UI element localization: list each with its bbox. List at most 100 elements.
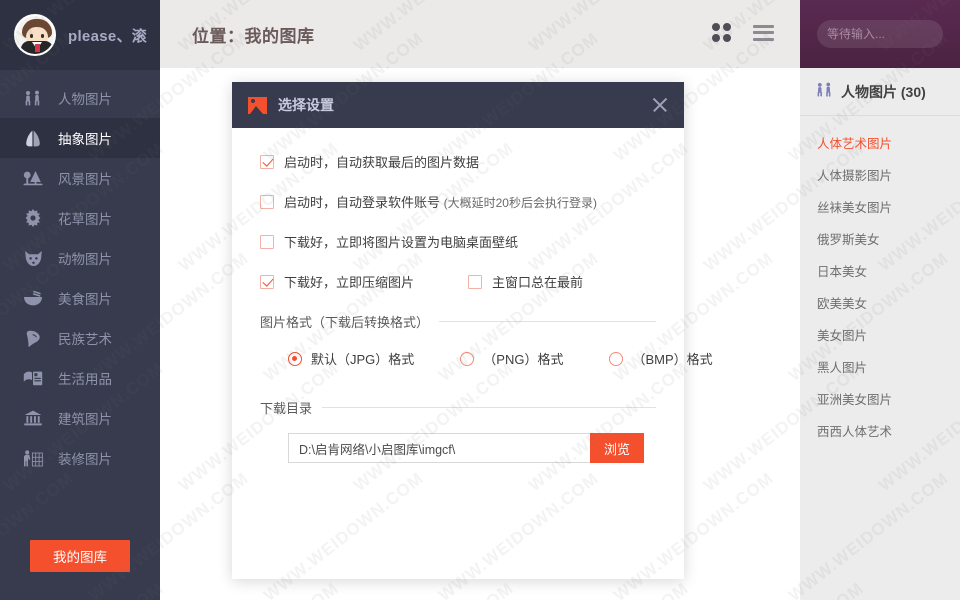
- picture-icon: [248, 96, 267, 114]
- directory-legend: 下载目录: [260, 398, 656, 417]
- goods-icon: [22, 368, 44, 388]
- user-name: please、滚: [68, 27, 148, 45]
- always-on-top-label: 主窗口总在最前: [492, 275, 584, 290]
- sidebar-item-label: 动物图片: [58, 252, 112, 267]
- checkbox-row-autofetch: 启动时，自动获取最后的图片数据: [260, 152, 656, 171]
- legend-divider: [322, 407, 656, 408]
- bowl-icon: [22, 288, 44, 308]
- my-library-button[interactable]: 我的图库: [30, 540, 130, 572]
- autologin-label-main: 启动时，自动登录软件账号: [284, 195, 441, 210]
- sidebar-nav: 人物图片 抽象图片 风景图片 花草图片 动物图片 美食图片 民族艺术 生活用品 …: [0, 70, 160, 478]
- list-item[interactable]: 俄罗斯美女: [800, 222, 960, 254]
- right-panel: 人物图片 (30) 人体艺术图片 人体摄影图片 丝袜美女图片 俄罗斯美女 日本美…: [800, 0, 960, 600]
- sidebar-item-food[interactable]: 美食图片: [0, 278, 160, 318]
- sidebar-item-label: 建筑图片: [58, 412, 112, 427]
- sidebar-item-label: 民族艺术: [58, 332, 112, 347]
- sidebar-item-architecture[interactable]: 建筑图片: [0, 398, 160, 438]
- mask-icon: [22, 328, 44, 348]
- wallpaper-checkbox[interactable]: [260, 234, 274, 249]
- sidebar-item-label: 美食图片: [58, 292, 112, 307]
- format-section: 图片格式（下载后转换格式） 默认（JPG）格式 （PNG）格式 （BMP）格式: [260, 312, 713, 368]
- people-icon: [22, 88, 44, 108]
- sidebar-item-abstract[interactable]: 抽象图片: [0, 118, 160, 158]
- sidebar-item-label: 装修图片: [58, 452, 112, 467]
- list-item[interactable]: 人体艺术图片: [800, 126, 960, 158]
- download-directory-input[interactable]: [288, 433, 590, 463]
- autologin-label-sub: (大概延时20秒后会执行登录): [443, 196, 597, 210]
- search-header: [800, 0, 960, 68]
- dialog-title: 选择设置: [278, 97, 334, 113]
- list-item[interactable]: 黑人图片: [800, 350, 960, 382]
- sidebar-item-landscape[interactable]: 风景图片: [0, 158, 160, 198]
- user-profile[interactable]: please、滚: [0, 0, 160, 70]
- sidebar-item-animal[interactable]: 动物图片: [0, 238, 160, 278]
- sidebar-item-label: 风景图片: [58, 172, 112, 187]
- legend-divider: [439, 321, 656, 322]
- abstract-icon: [22, 128, 44, 148]
- list-item[interactable]: 美女图片: [800, 318, 960, 350]
- checkbox-row-wallpaper: 下载好，立即将图片设置为电脑桌面壁纸: [260, 232, 656, 251]
- always-on-top-checkbox[interactable]: [468, 274, 483, 289]
- jpg-radio[interactable]: [288, 351, 302, 366]
- format-option-bmp[interactable]: （BMP）格式: [609, 349, 713, 368]
- compress-checkbox[interactable]: [260, 274, 274, 289]
- dialog-body: 启动时，自动获取最后的图片数据 启动时，自动登录软件账号 (大概延时20秒后会执…: [232, 128, 713, 463]
- sidebar-item-household[interactable]: 生活用品: [0, 358, 160, 398]
- grid-view-icon[interactable]: [712, 23, 731, 42]
- subcategory-list: 人体艺术图片 人体摄影图片 丝袜美女图片 俄罗斯美女 日本美女 欧美美女 美女图…: [800, 116, 960, 446]
- format-legend-label: 图片格式（下载后转换格式）: [260, 315, 430, 330]
- search-input[interactable]: [827, 27, 960, 41]
- list-item[interactable]: 西西人体艺术: [800, 414, 960, 446]
- flower-icon: [22, 208, 44, 228]
- directory-legend-label: 下载目录: [260, 401, 313, 416]
- fox-icon: [22, 248, 44, 268]
- search-box[interactable]: [817, 20, 960, 48]
- autofetch-checkbox[interactable]: [260, 154, 274, 169]
- sidebar-item-label: 花草图片: [58, 212, 112, 227]
- png-radio[interactable]: [460, 351, 475, 366]
- directory-section: 下载目录 浏览: [260, 398, 656, 463]
- people-icon: [816, 82, 833, 102]
- jpg-label: 默认（JPG）格式: [311, 352, 415, 367]
- page-title: 位置：我的图库: [192, 27, 315, 46]
- format-option-png[interactable]: （PNG）格式: [460, 349, 563, 368]
- checkbox-row-compress: 下载好，立即压缩图片 主窗口总在最前: [260, 272, 656, 291]
- sidebar-item-people[interactable]: 人物图片: [0, 78, 160, 118]
- list-item[interactable]: 人体摄影图片: [800, 158, 960, 190]
- list-item[interactable]: 日本美女: [800, 254, 960, 286]
- list-item[interactable]: 丝袜美女图片: [800, 190, 960, 222]
- sidebar-item-label: 人物图片: [58, 92, 112, 107]
- dialog-header: 选择设置: [232, 82, 684, 128]
- sidebar-item-label: 抽象图片: [58, 132, 112, 147]
- checkbox-row-autologin: 启动时，自动登录软件账号 (大概延时20秒后会执行登录): [260, 192, 656, 211]
- sidebar-item-label: 生活用品: [58, 372, 112, 387]
- list-item[interactable]: 亚洲美女图片: [800, 382, 960, 414]
- format-option-jpg[interactable]: 默认（JPG）格式: [288, 349, 414, 368]
- compress-label: 下载好，立即压缩图片: [284, 275, 415, 290]
- always-on-top-group: 主窗口总在最前: [468, 272, 583, 291]
- avatar: [14, 14, 56, 56]
- bmp-label: （BMP）格式: [632, 352, 713, 367]
- app-root: please、滚 人物图片 抽象图片 风景图片 花草图片 动物图片 美食图片 民…: [0, 0, 960, 600]
- sidebar-item-flower[interactable]: 花草图片: [0, 198, 160, 238]
- browse-button[interactable]: 浏览: [590, 433, 644, 463]
- sidebar-item-ethnic-art[interactable]: 民族艺术: [0, 318, 160, 358]
- landscape-icon: [22, 168, 44, 188]
- autologin-checkbox[interactable]: [260, 194, 274, 209]
- format-radio-group: 默认（JPG）格式 （PNG）格式 （BMP）格式: [260, 349, 713, 368]
- autofetch-label: 启动时，自动获取最后的图片数据: [284, 155, 480, 170]
- list-view-icon[interactable]: [753, 24, 774, 41]
- format-legend: 图片格式（下载后转换格式）: [260, 312, 656, 331]
- directory-row: 浏览: [260, 433, 656, 463]
- close-icon[interactable]: [650, 95, 670, 115]
- view-toggle-group: [712, 23, 774, 42]
- left-sidebar: please、滚 人物图片 抽象图片 风景图片 花草图片 动物图片 美食图片 民…: [0, 0, 160, 600]
- settings-dialog: 选择设置 启动时，自动获取最后的图片数据 启动时，自动登录软件账号 (大概延时2…: [232, 82, 713, 579]
- sidebar-item-decoration[interactable]: 装修图片: [0, 438, 160, 478]
- category-title: 人物图片 (30): [841, 83, 926, 100]
- list-item[interactable]: 欧美美女: [800, 286, 960, 318]
- right-panel-category-header: 人物图片 (30): [800, 68, 960, 116]
- top-header: 位置：我的图库: [160, 0, 800, 68]
- bmp-radio[interactable]: [609, 351, 624, 366]
- decorate-icon: [22, 448, 44, 468]
